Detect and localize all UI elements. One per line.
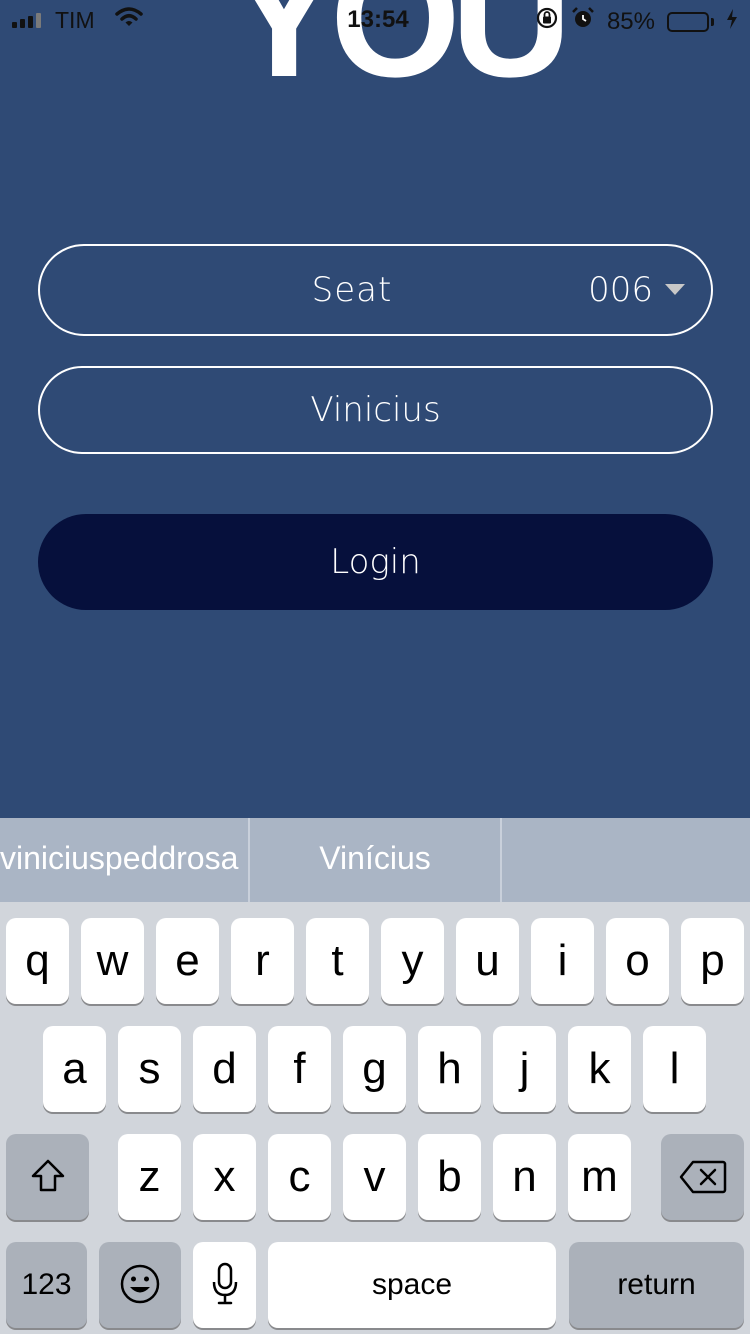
key-w[interactable]: w [81,918,144,1004]
key-d[interactable]: d [193,1026,256,1112]
key-x[interactable]: x [193,1134,256,1220]
alarm-icon [571,6,595,37]
name-input[interactable] [38,366,713,454]
seat-value: 006 [588,270,653,310]
key-f[interactable]: f [268,1026,331,1112]
key-e[interactable]: e [156,918,219,1004]
shift-icon [31,1159,64,1192]
charging-icon [726,8,738,36]
keyboard: viniciuspeddrosa Vinícius q w e r t y u … [0,818,750,1334]
suggestion-1[interactable]: viniciuspeddrosa [0,818,248,902]
dictation-key[interactable] [193,1242,256,1328]
emoji-icon [120,1264,160,1304]
seat-label: Seat [311,270,393,310]
backspace-icon [679,1160,726,1194]
key-h[interactable]: h [418,1026,481,1112]
carrier-name: TIM [55,6,95,33]
key-n[interactable]: n [493,1134,556,1220]
key-p[interactable]: p [681,918,744,1004]
numbers-key[interactable]: 123 [6,1242,87,1328]
caret-down-icon [665,284,685,295]
status-time: 13:54 [347,6,409,33]
key-t[interactable]: t [306,918,369,1004]
return-key[interactable]: return [569,1242,744,1328]
key-b[interactable]: b [418,1134,481,1220]
key-v[interactable]: v [343,1134,406,1220]
key-j[interactable]: j [493,1026,556,1112]
key-c[interactable]: c [268,1134,331,1220]
key-s[interactable]: s [118,1026,181,1112]
login-button[interactable]: Login [38,514,713,610]
shift-key[interactable] [6,1134,89,1220]
key-o[interactable]: o [606,918,669,1004]
seat-select[interactable]: Seat 006 [38,244,713,336]
key-i[interactable]: i [531,918,594,1004]
key-r[interactable]: r [231,918,294,1004]
key-z[interactable]: z [118,1134,181,1220]
battery-icon [667,11,714,32]
wifi-icon [114,6,143,34]
space-key[interactable]: space [268,1242,556,1328]
suggestion-2[interactable]: Vinícius [250,818,500,902]
suggestion-3[interactable] [502,818,750,902]
microphone-icon [212,1262,237,1305]
key-u[interactable]: u [456,918,519,1004]
emoji-key[interactable] [99,1242,181,1328]
key-q[interactable]: q [6,918,69,1004]
key-a[interactable]: a [43,1026,106,1112]
suggestion-bar: viniciuspeddrosa Vinícius [0,818,750,902]
key-k[interactable]: k [568,1026,631,1112]
status-bar: TIM 13:54 85% [0,0,750,40]
battery-percent: 85% [606,7,655,35]
key-g[interactable]: g [343,1026,406,1112]
key-y[interactable]: y [381,918,444,1004]
key-l[interactable]: l [643,1026,706,1112]
delete-key[interactable] [661,1134,744,1220]
signal-icon [12,12,41,28]
orientation-lock-icon [535,6,559,37]
login-screen: YOU TIM 13:54 85% Seat 006 Vinicius Logi… [0,0,750,818]
key-m[interactable]: m [568,1134,631,1220]
